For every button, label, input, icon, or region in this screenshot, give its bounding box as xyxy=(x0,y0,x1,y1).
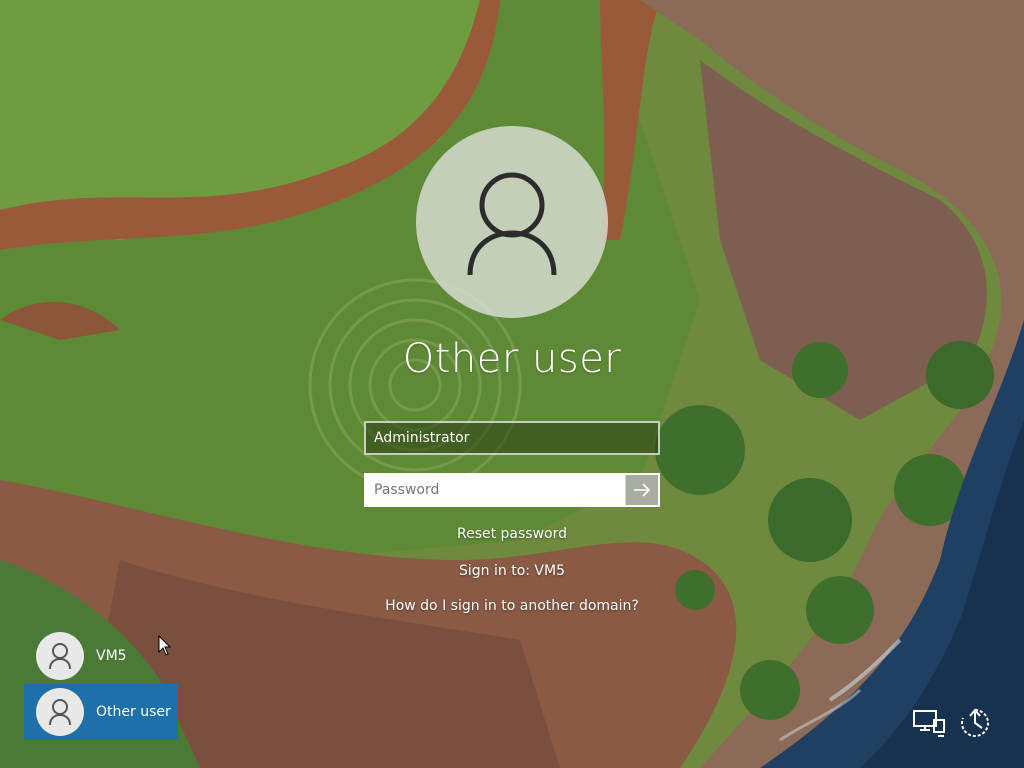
domain-help-link[interactable]: How do I sign in to another domain? xyxy=(0,598,1024,614)
user-display-name: Other user xyxy=(402,336,622,382)
user-avatar-large xyxy=(416,126,608,318)
network-icon[interactable] xyxy=(912,706,946,740)
reset-password-link[interactable]: Reset password xyxy=(0,526,1024,542)
ease-of-access-icon[interactable] xyxy=(958,706,992,740)
user-tile-label: Other user xyxy=(96,704,171,720)
mouse-cursor-icon xyxy=(158,635,172,656)
password-field-container xyxy=(364,473,660,507)
arrow-right-icon xyxy=(634,483,651,497)
user-tile-avatar xyxy=(36,688,84,736)
user-icon xyxy=(49,643,71,670)
user-icon xyxy=(49,699,71,726)
user-tile-vm5[interactable]: VM5 xyxy=(24,628,178,684)
user-tile-avatar xyxy=(36,632,84,680)
submit-button[interactable] xyxy=(625,475,658,505)
password-input[interactable] xyxy=(366,475,625,505)
user-tile-label: VM5 xyxy=(96,648,127,664)
sign-in-to-label: Sign in to: VM5 xyxy=(459,563,565,579)
username-field[interactable]: Administrator xyxy=(364,421,660,455)
user-icon xyxy=(467,172,557,276)
user-tile-other-user[interactable]: Other user xyxy=(24,684,178,740)
